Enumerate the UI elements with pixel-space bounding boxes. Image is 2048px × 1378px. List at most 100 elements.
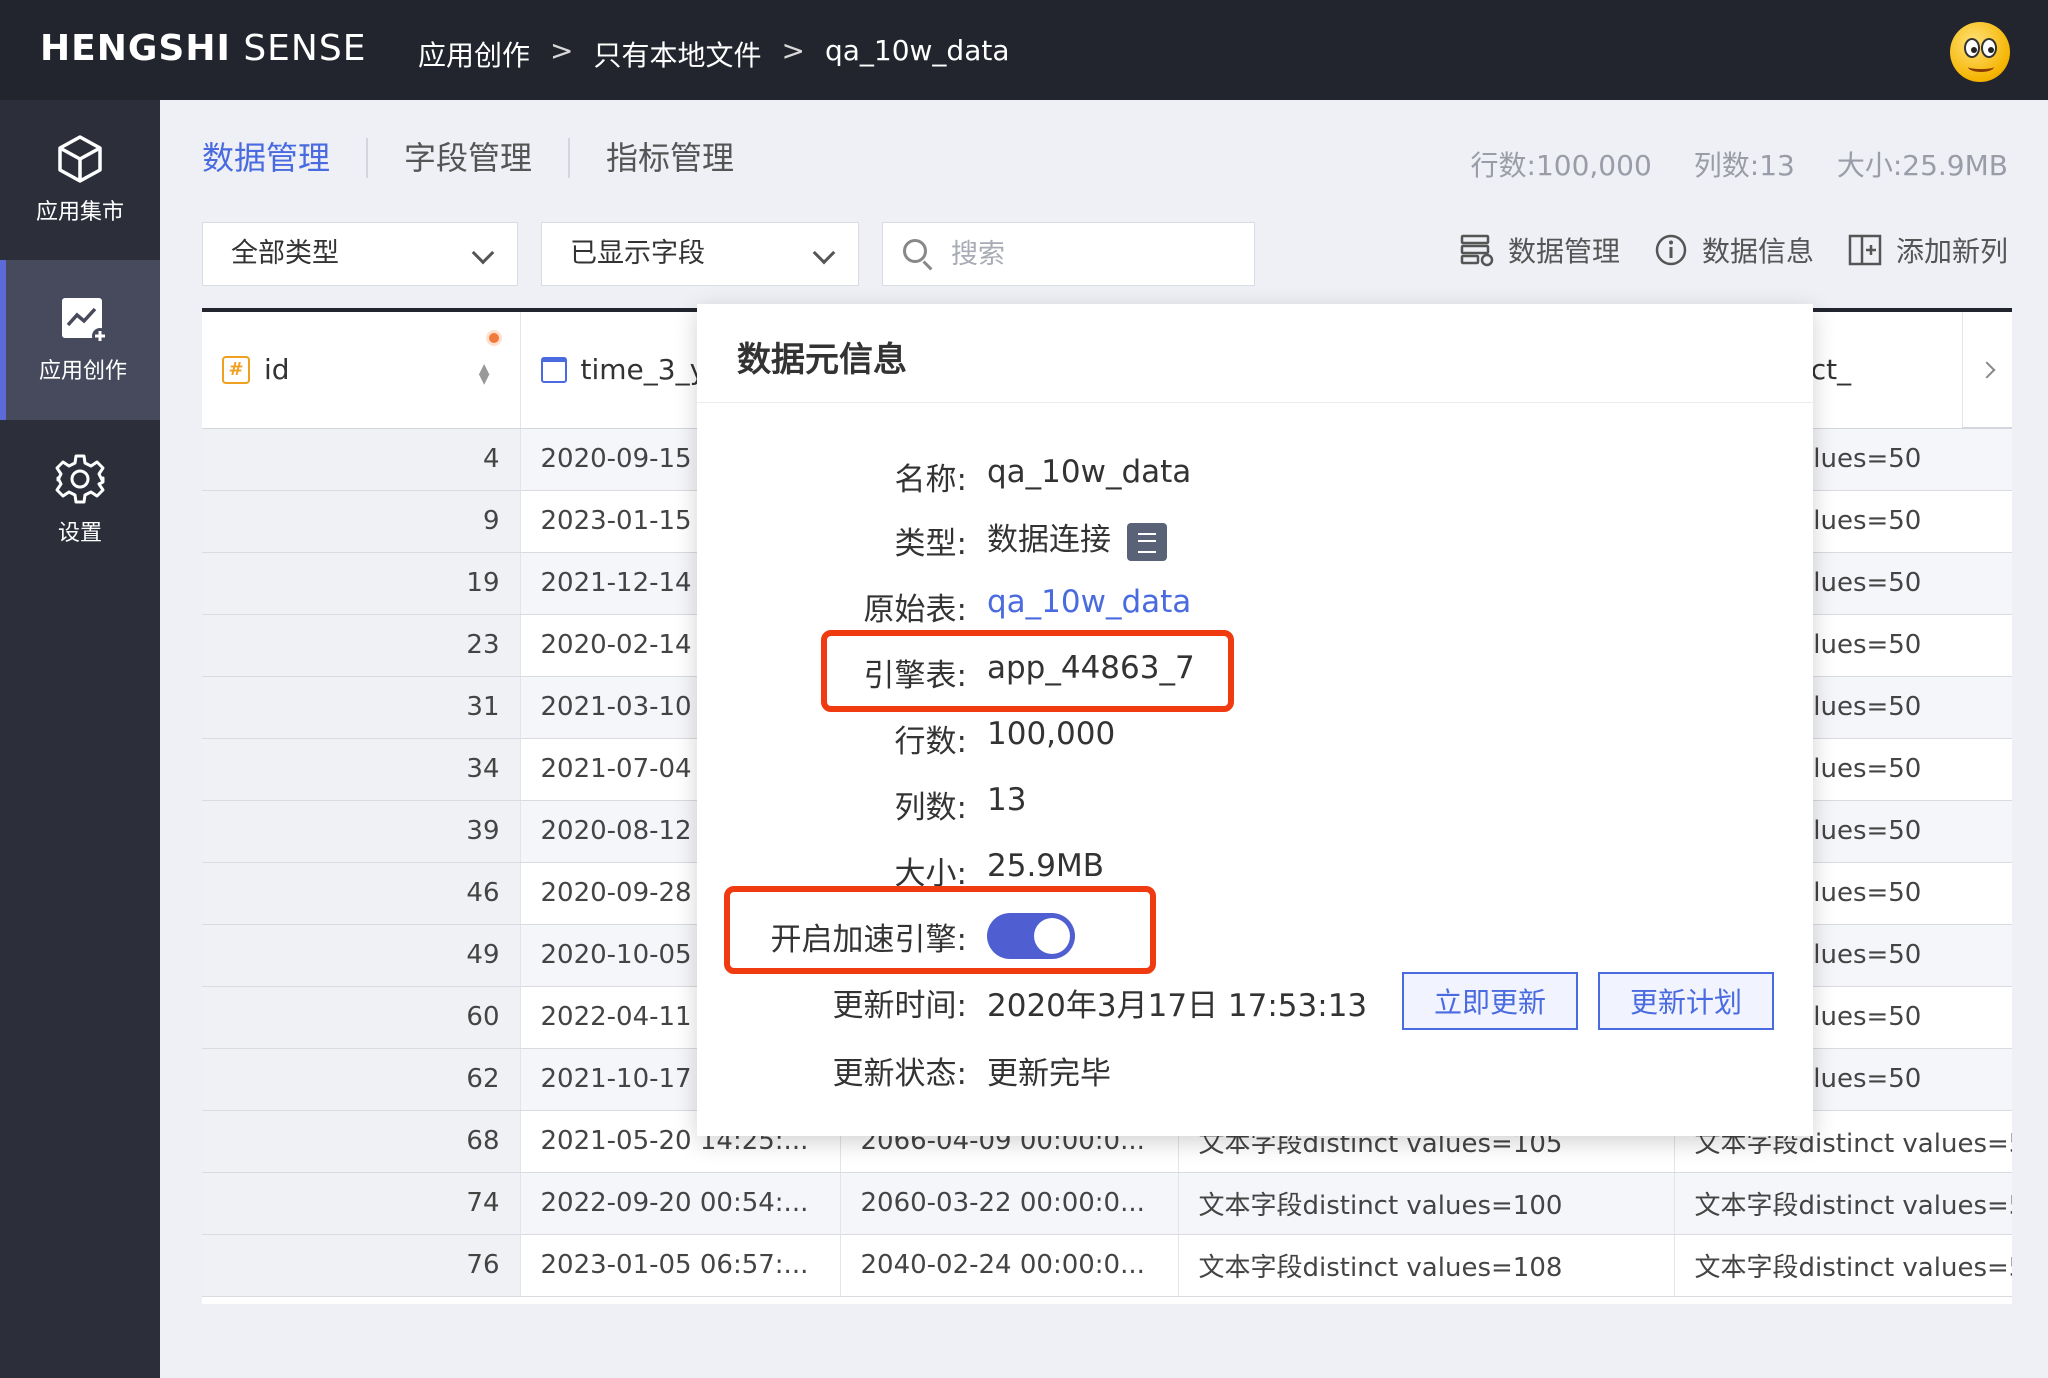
avatar-mouth [1968, 62, 1994, 72]
cell-id: 39 [202, 800, 521, 863]
dataset-stats: 行数:100,000 列数:13 大小:25.9MB [1471, 144, 2008, 184]
row-count: 行数:100,000 [1470, 149, 1652, 182]
metadata-dialog: 数据元信息 名称: qa_10w_data 类型: 数据连接 原始表: qa_1… [697, 304, 1813, 1136]
chevron-down-icon [812, 241, 836, 265]
update-plan-button[interactable]: 更新计划 [1598, 972, 1774, 1030]
meta-name-value: qa_10w_data [987, 454, 1192, 490]
cell-id: 31 [202, 676, 521, 739]
type-select[interactable]: 全部类型 [202, 222, 518, 286]
cell-id: 60 [202, 986, 521, 1049]
tab-field-manage[interactable]: 字段管理 [366, 138, 568, 178]
meta-update-time-value: 2020年3月17日 17:53:13 [987, 988, 1368, 1024]
cube-icon [58, 135, 102, 183]
cell-id: 4 [202, 428, 521, 491]
search-input[interactable] [951, 223, 1241, 285]
meta-cols-value: 13 [987, 782, 1027, 818]
meta-label: 更新时间: [832, 988, 967, 1024]
table-icon[interactable] [1127, 522, 1167, 561]
breadcrumb-current: qa_10w_data [824, 34, 1010, 67]
database-settings-icon [1460, 234, 1494, 267]
meta-label: 类型: [894, 526, 967, 562]
avatar-eye [1964, 38, 1980, 58]
sidebar-item-app-create[interactable]: 应用创作 [0, 260, 160, 420]
meta-label: 行数: [894, 724, 967, 760]
dialog-title: 数据元信息 [737, 340, 907, 380]
info-icon [1655, 234, 1687, 266]
column-count: 列数:13 [1693, 149, 1795, 182]
brand-logo[interactable]: HENGSHI SENSE [40, 28, 366, 69]
highlight-box [821, 630, 1234, 712]
meta-type-value-wrap: 数据连接 [987, 514, 1167, 561]
chevron-right-icon[interactable] [1961, 312, 2012, 428]
add-column-button[interactable]: 添加新列 [1848, 230, 2008, 270]
breadcrumb-separator: > [781, 34, 805, 67]
meta-type-value: 数据连接 [987, 522, 1111, 558]
table-cell: 2060-03-22 00:00:0... [840, 1172, 1179, 1235]
table-cell: 文本字段distinct values=100 [1178, 1172, 1675, 1235]
table-cell: 文本字段distinct values=50 [1674, 1172, 2012, 1235]
sidebar-item-label: 设置 [57, 521, 102, 546]
breadcrumb: 应用创作 > 只有本地文件 > qa_10w_data [418, 34, 1010, 74]
sidebar-item-label: 应用创作 [38, 359, 127, 384]
cell-id: 49 [202, 924, 521, 987]
breadcrumb-item[interactable]: 应用创作 [418, 34, 530, 74]
sidebar: 应用集市 应用创作 设置 [0, 100, 160, 1378]
chevron-down-icon [471, 241, 495, 265]
field-select-value: 已显示字段 [570, 238, 705, 269]
avatar-eye [1981, 38, 1997, 58]
highlight-box [724, 886, 1156, 974]
data-info-label: 数据信息 [1701, 235, 1814, 268]
table-cell: 2023-01-05 06:57:... [520, 1234, 841, 1297]
column-header-id[interactable]: # id ▲ ▼ [202, 312, 521, 429]
meta-label: 列数: [894, 790, 967, 826]
divider [697, 402, 1813, 403]
tab-data-manage[interactable]: 数据管理 [202, 138, 366, 178]
calendar-icon [540, 356, 567, 383]
meta-status-value: 更新完毕 [987, 1056, 1111, 1092]
table-cell: 2022-09-20 00:54:... [520, 1172, 841, 1235]
tab-bar: 数据管理 字段管理 指标管理 [202, 138, 770, 178]
sidebar-item-settings[interactable]: 设置 [0, 420, 160, 580]
meta-label: 原始表: [863, 592, 967, 628]
gear-icon [55, 454, 105, 504]
source-table-link[interactable]: qa_10w_data [987, 584, 1191, 620]
breadcrumb-item[interactable]: 只有本地文件 [593, 34, 761, 74]
search-icon [903, 239, 927, 263]
size-info: 大小:25.9MB [1836, 149, 2008, 182]
update-now-button[interactable]: 立即更新 [1402, 972, 1578, 1030]
type-select-value: 全部类型 [231, 238, 339, 269]
table-row[interactable]: 74 2022-09-20 00:54:... 2060-03-22 00:00:0… [202, 1172, 2012, 1235]
add-column-icon [1848, 234, 1882, 266]
table-row[interactable]: 76 2023-01-05 06:57:... 2040-02-24 00:00:0… [202, 1234, 2012, 1297]
sort-icon[interactable]: ▲ ▼ [479, 362, 490, 386]
tab-metric-manage[interactable]: 指标管理 [568, 138, 770, 178]
data-manage-label: 数据管理 [1507, 235, 1620, 268]
sidebar-item-app-market[interactable]: 应用集市 [0, 100, 160, 260]
cell-id: 62 [202, 1048, 521, 1111]
cell-id: 46 [202, 862, 521, 925]
breadcrumb-separator: > [550, 34, 574, 67]
toolbar: 数据管理 数据信息 添加新列 [1460, 230, 2008, 270]
chart-add-icon [62, 298, 107, 343]
status-dot [485, 330, 502, 346]
avatar[interactable] [1950, 22, 2010, 82]
meta-label: 名称: [894, 462, 967, 498]
search-box [882, 222, 1255, 286]
add-column-label: 添加新列 [1895, 235, 2008, 268]
data-info-button[interactable]: 数据信息 [1654, 230, 1814, 270]
sidebar-item-label: 应用集市 [35, 200, 124, 225]
cell-id: 34 [202, 738, 521, 801]
number-type-icon: # [222, 355, 250, 384]
cell-id: 68 [202, 1110, 521, 1173]
meta-size-value: 25.9MB [987, 848, 1105, 884]
cell-id: 23 [202, 614, 521, 677]
field-select[interactable]: 已显示字段 [541, 222, 859, 286]
data-manage-button[interactable]: 数据管理 [1460, 230, 1620, 270]
table-cell: 2040-02-24 00:00:0... [840, 1234, 1179, 1297]
cell-id: 74 [202, 1172, 521, 1235]
cell-id: 19 [202, 552, 521, 615]
meta-rows-value: 100,000 [987, 716, 1116, 752]
meta-label: 更新状态: [832, 1056, 967, 1092]
cell-id: 9 [202, 490, 521, 553]
top-bar: HENGSHI SENSE 应用创作 > 只有本地文件 > qa_10w_dat… [0, 0, 2048, 100]
